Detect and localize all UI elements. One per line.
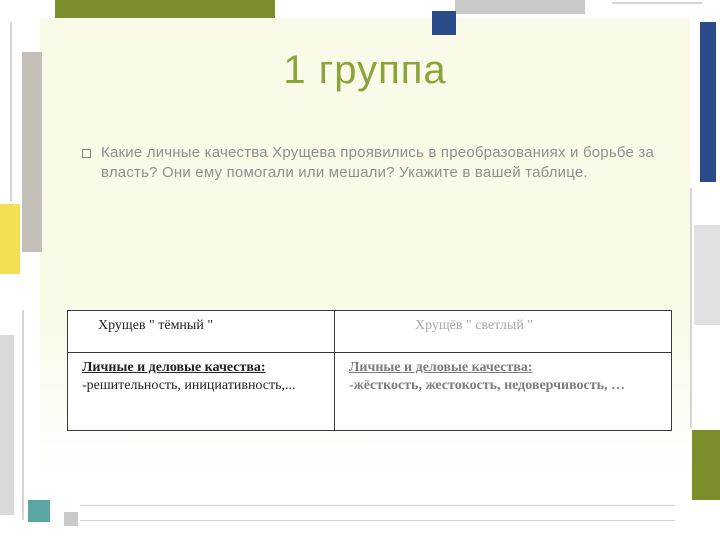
- slide-stage: 1 группа Какие личные качества Хрущева п…: [0, 0, 720, 540]
- deco-bottom-grey-sq: [64, 512, 78, 526]
- deco-right-line: [690, 188, 692, 428]
- cell-light-title: Личные и деловые качества:: [349, 359, 661, 377]
- deco-top-blue-sq: [432, 11, 456, 35]
- deco-bottom-line-2: [80, 520, 675, 521]
- cell-light-body: -жёсткость, жестокость, недоверчивость, …: [349, 377, 661, 395]
- bullet-row: Какие личные качества Хрущева проявились…: [82, 143, 660, 184]
- deco-bottom-line-1: [80, 505, 675, 506]
- table-header-row: Хрущев " тёмный " Хрущёв " светлый ": [68, 311, 672, 353]
- deco-right-grey-mid: [694, 225, 720, 325]
- comparison-table: Хрущев " тёмный " Хрущёв " светлый " Лич…: [67, 310, 672, 431]
- deco-left-grey-lower: [0, 335, 14, 515]
- table-header-dark: Хрущев " тёмный ": [68, 311, 335, 353]
- table-header-light: Хрущёв " светлый ": [334, 311, 671, 353]
- bullet-icon: [82, 149, 91, 158]
- deco-top-grey: [455, 0, 585, 14]
- deco-left-line-lower: [22, 310, 24, 520]
- cell-dark-title: Личные и деловые качества:: [82, 359, 324, 377]
- deco-top-olive: [55, 0, 275, 18]
- page-title: 1 группа: [40, 48, 690, 93]
- table-cell-light: Личные и деловые качества: -жёсткость, ж…: [334, 353, 671, 431]
- deco-left-grey-tall: [22, 52, 42, 252]
- cell-dark-body: -решительность, инициативность,...: [82, 377, 324, 395]
- deco-left-line-upper: [10, 22, 12, 202]
- deco-left-teal-sq: [28, 500, 50, 522]
- deco-right-olive-low: [692, 430, 720, 500]
- deco-right-blue-tall: [700, 22, 716, 182]
- bullet-text: Какие личные качества Хрущева проявились…: [101, 143, 660, 184]
- table-body-row: Личные и деловые качества: -решительност…: [68, 353, 672, 431]
- deco-top-right-line: [612, 2, 702, 4]
- deco-left-yellow: [0, 204, 20, 274]
- table-cell-dark: Личные и деловые качества: -решительност…: [68, 353, 335, 431]
